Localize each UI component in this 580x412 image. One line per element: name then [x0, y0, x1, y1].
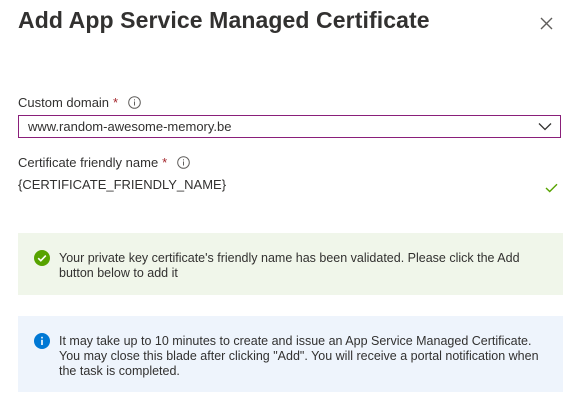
info-banner: It may take up to 10 minutes to create a…: [18, 316, 563, 392]
info-icon[interactable]: [128, 96, 141, 109]
success-check-circle-icon: [34, 250, 50, 270]
close-icon: [540, 17, 553, 30]
custom-domain-dropdown[interactable]: www.random-awesome-memory.be: [18, 115, 561, 138]
custom-domain-selected-value: www.random-awesome-memory.be: [28, 119, 232, 134]
required-mark: *: [113, 95, 119, 110]
close-button[interactable]: [538, 15, 555, 32]
custom-domain-label: Custom domain *: [18, 95, 141, 110]
info-icon[interactable]: [177, 156, 191, 169]
success-banner: Your private key certificate's friendly …: [18, 233, 563, 295]
required-mark: *: [162, 155, 168, 170]
friendly-name-label: Certificate friendly name *: [18, 155, 191, 170]
validation-checkmark-icon: [545, 180, 558, 198]
success-banner-text: Your private key certificate's friendly …: [59, 251, 520, 280]
friendly-name-label-text: Certificate friendly name: [18, 155, 159, 170]
friendly-name-value: {CERTIFICATE_FRIENDLY_NAME}: [18, 177, 227, 192]
custom-domain-label-text: Custom domain: [18, 95, 110, 110]
info-banner-text: It may take up to 10 minutes to create a…: [59, 334, 539, 378]
chevron-down-icon: [530, 122, 560, 131]
page-title: Add App Service Managed Certificate: [18, 7, 430, 33]
info-circle-icon: [34, 333, 50, 353]
